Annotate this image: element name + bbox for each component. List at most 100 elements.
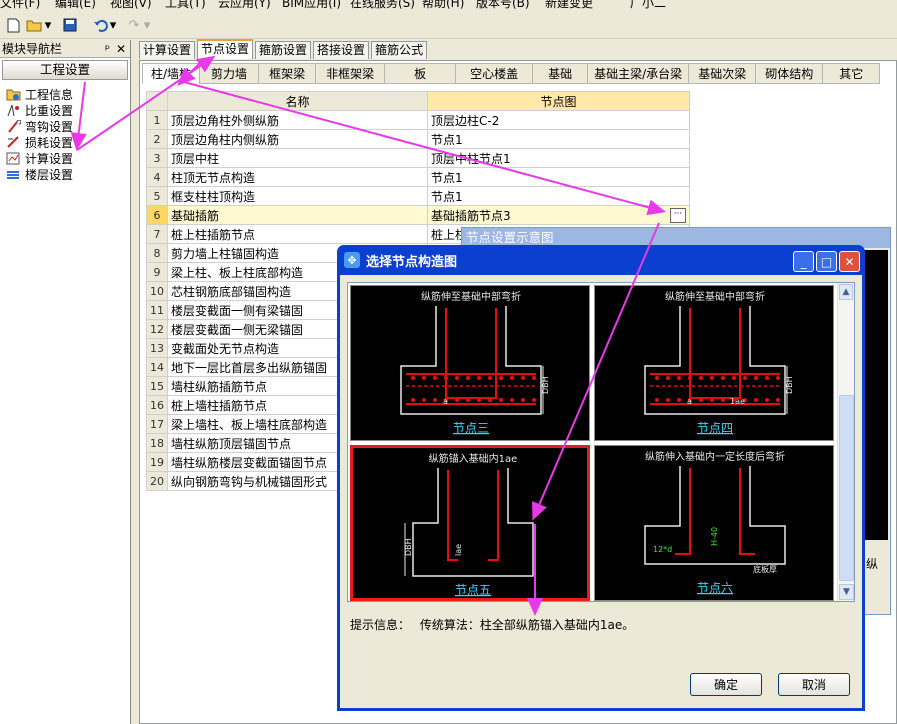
tab-stirrup-formula[interactable]: 箍筋公式 — [371, 41, 428, 59]
open-folder-icon[interactable] — [24, 15, 44, 35]
subtab-hollow-floor[interactable]: 空心楼盖 — [455, 63, 534, 84]
nav-item-label: 工程信息 — [25, 87, 74, 102]
nav-item-loss[interactable]: 损耗设置 — [5, 134, 130, 150]
menu-help[interactable]: 帮助(H) — [422, 0, 464, 10]
pin-icon[interactable]: ᵖ — [105, 40, 110, 58]
row-node[interactable]: 节点1 — [427, 167, 690, 187]
menu-bim[interactable]: BIM应用(I) — [282, 0, 341, 10]
menu-new-change[interactable]: 新建变更 — [545, 0, 593, 10]
tab-calc-settings[interactable]: 计算设置 — [139, 41, 196, 59]
table-row[interactable]: 4 柱顶无节点构造 节点1 — [146, 167, 690, 187]
subtab-shear-wall[interactable]: 剪力墙 — [199, 63, 260, 84]
table-row[interactable]: 6 基础插筋 ··· 基础插筋节点3 — [146, 205, 690, 225]
header-name[interactable]: 名称 — [167, 91, 428, 111]
gallery-scrollbar[interactable]: ▲ ▼ — [837, 283, 854, 601]
tab-stirrup-settings[interactable]: 箍筋设置 — [255, 41, 312, 59]
row-node-value: 节点1 — [431, 189, 463, 204]
header-node-diagram[interactable]: 节点图 — [427, 91, 690, 111]
row-node[interactable]: 顶层中柱节点1 — [427, 148, 690, 168]
subtab-masonry[interactable]: 砌体结构 — [755, 63, 824, 84]
row-node-value: 节点1 — [431, 132, 463, 147]
menu-guangxiaoer[interactable]: 广小二 — [630, 0, 666, 10]
row-node-value: 顶层中柱节点1 — [431, 151, 511, 166]
row-node[interactable]: 顶层边柱C-2 — [427, 110, 690, 130]
node-option-5[interactable]: 纵筋锚入基础内1ae DBH lae 节点五 — [350, 445, 590, 601]
node-option-6[interactable]: 纵筋伸入基础内一定长度后弯折 12*d H-40 底板厚 节点六 — [594, 445, 834, 601]
row-name[interactable]: 顶层边角柱外侧纵筋 — [167, 110, 428, 130]
node-gallery: 纵筋伸至基础中部弯折 DBH a 节点三 纵筋伸至基础中部弯折 DBH a 1ae 节点四 纵… — [347, 282, 855, 602]
subtab-foundation[interactable]: 基础 — [532, 63, 589, 84]
row-number: 13 — [146, 338, 168, 358]
calc-icon — [5, 152, 21, 165]
subtab-foundation-main-beam[interactable]: 基础主梁/承台梁 — [587, 63, 690, 84]
new-file-icon[interactable] — [3, 15, 23, 35]
redo-icon[interactable]: ↷ — [124, 15, 144, 35]
nav-item-weight[interactable]: 比重设置 — [5, 102, 130, 118]
node-option-4[interactable]: 纵筋伸至基础中部弯折 DBH a 1ae 节点四 — [594, 285, 834, 441]
nav-item-calc[interactable]: 计算设置 — [5, 150, 130, 166]
chevron-down-icon[interactable]: ▾ — [108, 15, 118, 35]
table-row[interactable]: 2 顶层边角柱内侧纵筋 节点1 — [146, 129, 690, 149]
subtab-column[interactable]: 柱/墙柱 — [142, 63, 201, 84]
chevron-down-icon[interactable]: ▾ — [43, 15, 53, 35]
subtab-slab[interactable]: 板 — [384, 63, 457, 84]
scroll-thumb[interactable] — [839, 395, 854, 581]
diagram-heading: 纵筋锚入基础内1ae — [429, 452, 518, 465]
row-node[interactable]: ··· 基础插筋节点3 — [427, 205, 690, 225]
nav-group-project-settings[interactable]: 工程设置 — [2, 60, 128, 80]
dim-h-label: H-40 — [710, 527, 719, 546]
node-option-3[interactable]: 纵筋伸至基础中部弯折 DBH a 节点三 — [350, 285, 590, 441]
close-button[interactable]: ✕ — [839, 251, 860, 272]
dim-lae-label: 1ae — [730, 397, 745, 406]
row-name[interactable]: 框支柱柱顶构造 — [167, 186, 428, 206]
menu-cloud[interactable]: 云应用(Y) — [218, 0, 271, 10]
row-node-value: 基础插筋节点3 — [431, 208, 511, 223]
nav-item-floor[interactable]: 楼层设置 — [5, 166, 130, 182]
tab-node-settings[interactable]: 节点设置 — [197, 39, 254, 59]
chevron-down-icon[interactable]: ▾ — [142, 15, 152, 35]
save-icon[interactable] — [60, 15, 80, 35]
subtab-non-frame-beam[interactable]: 非框架梁 — [315, 63, 386, 84]
nav-item-hook[interactable]: 弯钩设置 — [5, 118, 130, 134]
menu-online[interactable]: 在线服务(S) — [350, 0, 415, 10]
tab-lap-settings[interactable]: 搭接设置 — [313, 41, 370, 59]
nav-item-project-info[interactable]: 工程信息 — [5, 86, 130, 102]
row-name[interactable]: 桩上柱插筋节点 — [167, 224, 428, 244]
row-name[interactable]: 基础插筋 — [167, 205, 428, 225]
hint-label: 提示信息： — [350, 618, 411, 632]
menu-version[interactable]: 版本号(B) — [476, 0, 530, 10]
dialog-title-bar[interactable]: ✥ 选择节点构造图 — [340, 245, 862, 275]
diagram-caption: 节点五 — [455, 583, 491, 597]
subtab-foundation-secondary-beam[interactable]: 基础次梁 — [688, 63, 757, 84]
row-number: 4 — [146, 167, 168, 187]
cancel-button[interactable]: 取消 — [778, 673, 850, 696]
undo-icon[interactable] — [90, 15, 110, 35]
row-number: 9 — [146, 262, 168, 282]
table-row[interactable]: 1 顶层边角柱外侧纵筋 顶层边柱C-2 — [146, 110, 690, 130]
subtab-other[interactable]: 其它 — [822, 63, 881, 84]
dim-b-label: 底板厚 — [753, 564, 777, 574]
row-name[interactable]: 柱顶无节点构造 — [167, 167, 428, 187]
menu-file[interactable]: 文件(F) — [0, 0, 40, 10]
subtab-frame-beam[interactable]: 框架梁 — [258, 63, 317, 84]
row-name[interactable]: 顶层边角柱内侧纵筋 — [167, 129, 428, 149]
scroll-down-icon[interactable]: ▼ — [839, 584, 854, 600]
menu-edit[interactable]: 编辑(E) — [55, 0, 96, 10]
hook-icon — [5, 119, 21, 133]
maximize-button[interactable]: □ — [816, 251, 837, 272]
row-number: 7 — [146, 224, 168, 244]
ok-button[interactable]: 确定 — [690, 673, 762, 696]
row-node[interactable]: 节点1 — [427, 186, 690, 206]
row-name[interactable]: 顶层中柱 — [167, 148, 428, 168]
scroll-up-icon[interactable]: ▲ — [839, 284, 853, 300]
close-icon[interactable]: ✕ — [116, 40, 126, 58]
menu-view[interactable]: 视图(V) — [110, 0, 152, 10]
row-node[interactable]: 节点1 — [427, 129, 690, 149]
minimize-button[interactable]: _ — [793, 251, 814, 272]
nav-item-label: 损耗设置 — [25, 135, 74, 150]
table-row[interactable]: 5 框支柱柱顶构造 节点1 — [146, 186, 690, 206]
ellipsis-button[interactable]: ··· — [670, 207, 686, 223]
select-node-dialog: ✥ 选择节点构造图 _ □ ✕ 纵筋伸至基础中部弯折 DBH a 节点三 纵筋伸至基础… — [337, 245, 865, 711]
table-row[interactable]: 3 顶层中柱 顶层中柱节点1 — [146, 148, 690, 168]
menu-tools[interactable]: 工具(T) — [165, 0, 206, 10]
